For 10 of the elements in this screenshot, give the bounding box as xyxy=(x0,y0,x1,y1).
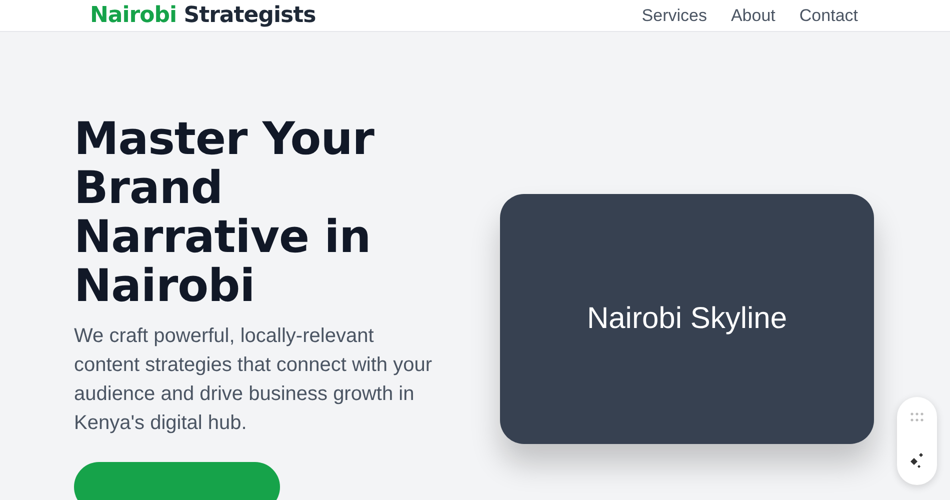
nav-link[interactable]: Services xyxy=(642,6,707,26)
nav-link[interactable]: Contact xyxy=(799,6,858,26)
image-label: Nairobi Skyline xyxy=(586,302,788,336)
logo[interactable]: Nairobi Strategists xyxy=(90,3,316,28)
sparkle-icon[interactable] xyxy=(908,452,926,470)
hero-heading: Master Your Brand Narrative in Nairobi xyxy=(74,114,376,310)
cta-button[interactable] xyxy=(74,462,280,500)
nav-link[interactable]: About xyxy=(730,6,776,26)
grid-icon[interactable] xyxy=(910,412,924,422)
hero-description: We craft powerful, locally-relevant content strategies that connect with your audience and drive business growth in Kenya's digital hub. xyxy=(74,324,433,436)
